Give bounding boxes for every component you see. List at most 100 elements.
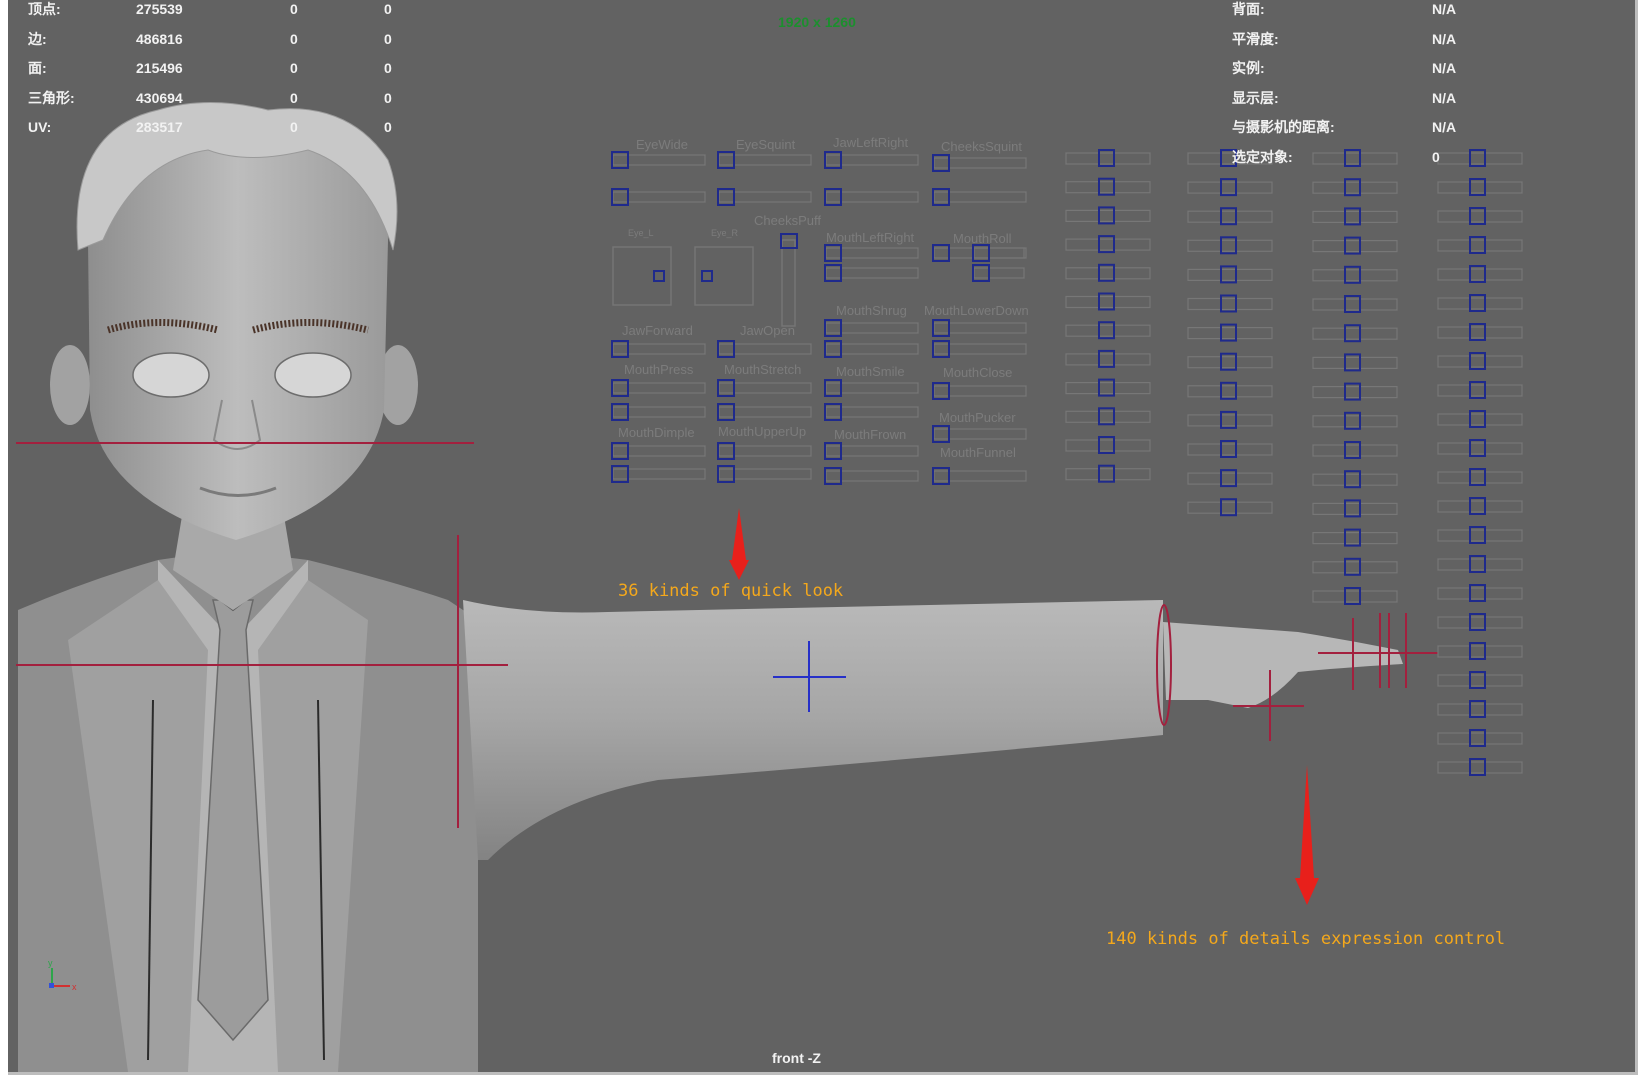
quick-slider-12-track[interactable] xyxy=(612,343,706,355)
quick-slider-23-track[interactable] xyxy=(825,406,919,418)
detail-slider-track[interactable] xyxy=(1437,152,1523,165)
detail-slider-track[interactable] xyxy=(1437,732,1523,745)
character-arm[interactable] xyxy=(463,600,1403,860)
quick-slider-15-handle[interactable] xyxy=(824,340,842,358)
detail-slider-track[interactable] xyxy=(1312,590,1398,603)
quick-slider-28-handle[interactable] xyxy=(717,465,735,483)
detail-slider-track[interactable] xyxy=(1187,472,1273,485)
quick-slider-20-handle[interactable] xyxy=(717,379,735,397)
quick-slider-16-track[interactable] xyxy=(933,322,1027,334)
detail-slider-track[interactable] xyxy=(1187,356,1273,369)
quick-slider-0-track[interactable] xyxy=(612,154,706,166)
detail-slider-track[interactable] xyxy=(1437,355,1523,368)
quick-slider-17-track[interactable] xyxy=(933,343,1027,355)
detail-slider-track[interactable] xyxy=(1187,297,1273,311)
quick-slider-6-track[interactable] xyxy=(933,157,1027,169)
detail-slider-track[interactable] xyxy=(1187,327,1273,340)
quick-slider-17-handle[interactable] xyxy=(932,340,950,358)
detail-slider-track[interactable] xyxy=(1437,529,1523,542)
detail-slider-track[interactable] xyxy=(1437,326,1523,339)
quick-slider-18-track[interactable] xyxy=(612,382,706,394)
quick-slider-31-handle[interactable] xyxy=(932,425,950,443)
detail-slider-track[interactable] xyxy=(1437,297,1523,310)
detail-slider-track[interactable] xyxy=(1437,587,1523,600)
detail-slider-track[interactable] xyxy=(1437,442,1523,455)
quick-slider-4-track[interactable] xyxy=(825,154,919,166)
detail-slider-track[interactable] xyxy=(1065,382,1151,395)
detail-slider-track[interactable] xyxy=(1065,468,1151,481)
detail-slider-track[interactable] xyxy=(1065,238,1151,251)
quick-slider-1-track[interactable] xyxy=(612,191,706,203)
detail-slider-track[interactable] xyxy=(1187,385,1273,398)
quick-slider-4-handle[interactable] xyxy=(824,151,842,169)
detail-slider-track[interactable] xyxy=(1437,645,1523,658)
detail-slider-track[interactable] xyxy=(1312,386,1398,399)
detail-slider-track[interactable] xyxy=(1187,443,1273,456)
detail-slider-track[interactable] xyxy=(1437,761,1523,774)
quick-slider-11-handle[interactable] xyxy=(972,264,990,282)
mouthroll-slider-track[interactable] xyxy=(973,247,1025,259)
quick-slider-23-handle[interactable] xyxy=(824,403,842,421)
eye-pads[interactable] xyxy=(612,233,798,327)
quick-slider-8-handle[interactable] xyxy=(824,244,842,262)
quick-slider-9-track[interactable] xyxy=(825,267,919,279)
detail-slider-track[interactable] xyxy=(1065,181,1151,194)
quick-slider-3-track[interactable] xyxy=(718,191,812,203)
detail-slider-track[interactable] xyxy=(1437,674,1523,687)
detail-slider-track[interactable] xyxy=(1437,703,1523,716)
quick-slider-30-handle[interactable] xyxy=(824,467,842,485)
quick-slider-9-handle[interactable] xyxy=(824,264,842,282)
quick-slider-5-track[interactable] xyxy=(825,191,919,203)
quick-slider-3-handle[interactable] xyxy=(717,188,735,206)
detail-slider-track[interactable] xyxy=(1187,268,1273,281)
quick-slider-32-track[interactable] xyxy=(933,470,1027,482)
quick-slider-1-handle[interactable] xyxy=(611,188,629,206)
quick-slider-5-handle[interactable] xyxy=(824,188,842,206)
detail-slider-track[interactable] xyxy=(1312,531,1398,545)
quick-slider-13-track[interactable] xyxy=(718,343,812,355)
quick-slider-14-handle[interactable] xyxy=(824,319,842,337)
detail-slider-track[interactable] xyxy=(1187,181,1273,194)
detail-slider-track[interactable] xyxy=(1187,501,1273,514)
detail-slider-track[interactable] xyxy=(1312,181,1398,194)
detail-slider-track[interactable] xyxy=(1437,239,1523,252)
quick-slider-22-handle[interactable] xyxy=(824,379,842,397)
detail-slider-track[interactable] xyxy=(1065,267,1151,280)
quick-slider-31-track[interactable] xyxy=(933,428,1027,440)
viewport-scene[interactable]: y x EyeWide EyeSquint JawLeftRight Cheek… xyxy=(8,0,1635,1072)
quick-slider-15-track[interactable] xyxy=(825,343,919,355)
quick-slider-7-handle[interactable] xyxy=(932,188,950,206)
detail-slider-track[interactable] xyxy=(1187,414,1273,427)
quick-slider-14-track[interactable] xyxy=(825,322,919,334)
quick-slider-13-handle[interactable] xyxy=(717,340,735,358)
detail-slider-track[interactable] xyxy=(1437,210,1523,223)
detail-slider-track[interactable] xyxy=(1065,152,1151,165)
detail-slider-track[interactable] xyxy=(1312,152,1398,165)
quick-slider-0-handle[interactable] xyxy=(611,151,629,169)
quick-slider-12-handle[interactable] xyxy=(611,340,629,358)
quick-slider-6-handle[interactable] xyxy=(932,154,950,172)
detail-slider-track[interactable] xyxy=(1437,181,1523,194)
quick-slider-30-track[interactable] xyxy=(825,470,919,482)
detail-slider-track[interactable] xyxy=(1312,561,1398,574)
quick-slider-21-track[interactable] xyxy=(718,406,812,418)
detail-slider-track[interactable] xyxy=(1312,502,1398,515)
detail-slider-track[interactable] xyxy=(1312,327,1398,340)
detail-slider-track[interactable] xyxy=(1312,298,1398,311)
detail-slider-track[interactable] xyxy=(1437,616,1523,629)
detail-slider-track[interactable] xyxy=(1065,295,1151,309)
quick-slider-27-handle[interactable] xyxy=(717,442,735,460)
detail-slider-track[interactable] xyxy=(1437,413,1523,426)
quick-slider-24-handle[interactable] xyxy=(932,382,950,400)
detail-slider-track[interactable] xyxy=(1065,324,1151,337)
quick-slider-29-handle[interactable] xyxy=(824,442,842,460)
character-torso[interactable] xyxy=(18,550,478,1072)
quick-slider-26-handle[interactable] xyxy=(611,465,629,483)
quick-slider-25-track[interactable] xyxy=(612,445,706,457)
quick-slider-25-handle[interactable] xyxy=(611,442,629,460)
detail-slider-track[interactable] xyxy=(1312,356,1398,369)
quick-slider-19-track[interactable] xyxy=(612,406,706,418)
quick-slider-10-track[interactable] xyxy=(933,247,1027,259)
detail-slider-track[interactable] xyxy=(1437,500,1523,513)
quick-slider-28-track[interactable] xyxy=(718,468,812,480)
